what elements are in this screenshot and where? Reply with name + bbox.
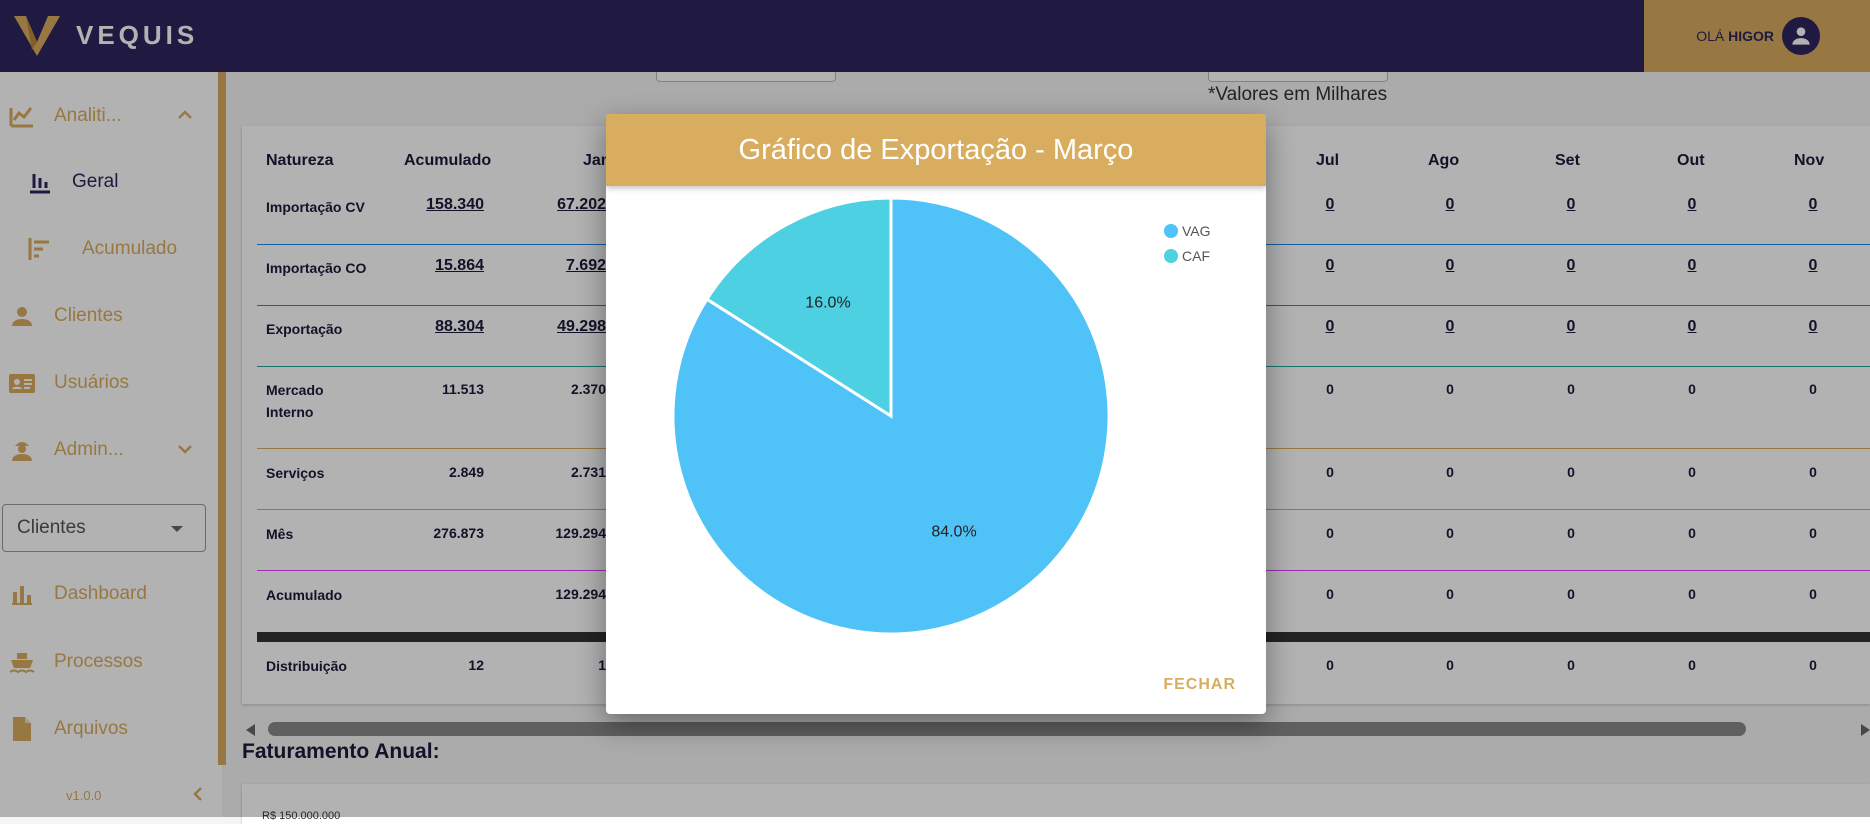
legend-item-caf[interactable]: CAF	[1164, 243, 1211, 268]
pie-label-vag: 84.0%	[931, 524, 976, 541]
legend-swatch	[1164, 248, 1178, 263]
legend-label: VAG	[1182, 222, 1211, 239]
legend-swatch	[1164, 223, 1178, 238]
chart-legend: VAG CAF	[1164, 218, 1211, 268]
close-button[interactable]: FECHAR	[1163, 676, 1236, 694]
export-chart-dialog: Gráfico de Exportação - Março 84.0% 16.0%…	[606, 114, 1266, 714]
pie-label-caf: 16.0%	[805, 294, 850, 311]
dialog-title: Gráfico de Exportação - Março	[606, 114, 1266, 186]
legend-item-vag[interactable]: VAG	[1164, 218, 1211, 243]
legend-label: CAF	[1182, 247, 1210, 264]
